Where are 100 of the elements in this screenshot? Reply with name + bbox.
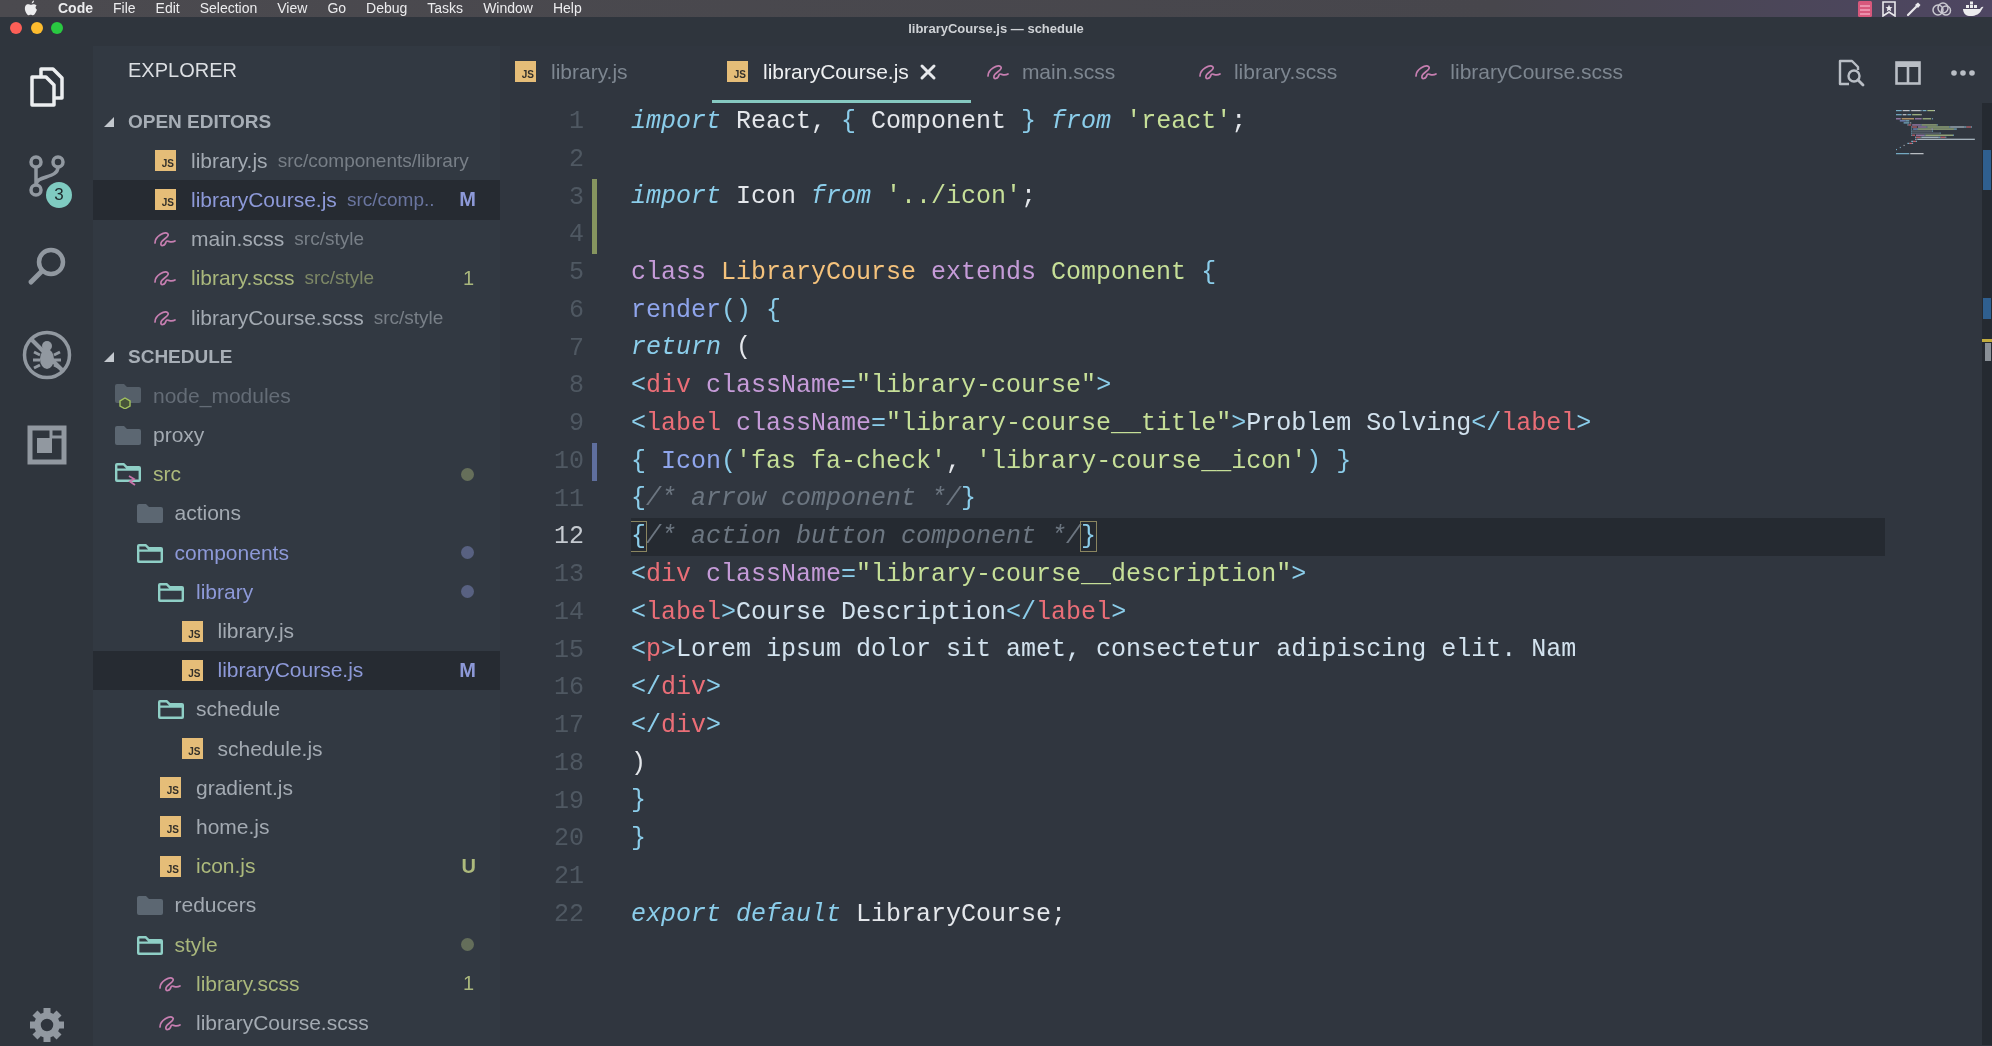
open-editor-item[interactable]: main.scss src/style (93, 219, 500, 259)
sass-file-icon (1414, 62, 1439, 81)
menu-item[interactable]: Window (483, 1, 533, 16)
code-line: import Icon from '../icon'; (631, 182, 1037, 213)
editor-tab[interactable]: JS library.js (500, 46, 712, 103)
open-editor-item[interactable]: libraryCourse.scss src/style (93, 297, 500, 338)
crossed-bug-icon[interactable] (21, 330, 72, 381)
file-path: src/style (294, 228, 365, 251)
tree-item[interactable]: JS home.js (93, 807, 500, 847)
tree-item[interactable]: components (93, 533, 500, 573)
menu-item[interactable]: Help (552, 1, 582, 16)
tree-item[interactable]: libraryCourse.scss (93, 1003, 500, 1043)
section-header[interactable]: SCHEDULE (93, 337, 500, 377)
window-title: libraryCourse.js — schedule (908, 21, 1084, 36)
sass-file-icon (158, 1013, 182, 1032)
close-window-icon[interactable] (10, 22, 22, 34)
js-file-icon: JS (727, 61, 748, 82)
tree-item[interactable]: schedule (93, 689, 500, 729)
zoom-window-icon[interactable] (51, 22, 63, 34)
problem-count: 1 (461, 266, 475, 290)
menu-item[interactable]: File (113, 1, 136, 16)
tree-item[interactable]: library (93, 572, 500, 612)
striped-tile-icon[interactable] (1858, 0, 1872, 17)
git-status-letter: U (460, 854, 476, 878)
code-line: class LibraryCourse extends Component { (631, 257, 1217, 288)
code-line: {/* arrow component */} (631, 484, 977, 515)
js-file-icon: JS (160, 777, 181, 799)
code-line: export default LibraryCourse; (631, 899, 1067, 930)
document-search-icon[interactable] (1837, 58, 1865, 87)
more-icon[interactable] (1951, 69, 1975, 76)
tree-item[interactable]: JS gradient.js (93, 768, 500, 808)
sass-file-icon (1197, 62, 1222, 81)
code-line: import React, { Component } from 'react'; (631, 106, 1247, 137)
settings-icon[interactable] (29, 1008, 64, 1042)
notification-badge: 3 (46, 181, 72, 208)
js-file-icon: JS (155, 150, 176, 172)
sass-file-icon (153, 308, 177, 327)
tree-item[interactable]: reducers (93, 885, 500, 925)
js-file-icon: JS (155, 189, 176, 211)
file-path: src/components/library (277, 149, 469, 172)
code-line: <label>Course Description</label> (631, 597, 1127, 628)
code-line: <div className="library-course"> (631, 371, 1112, 402)
branch-icon[interactable] (28, 155, 65, 198)
sass-file-icon (153, 269, 177, 288)
app-menu[interactable]: Code (58, 1, 93, 16)
file-path: src/style (304, 267, 375, 290)
search-icon[interactable] (26, 245, 67, 286)
code-line: <div className="library-course__description"> (631, 559, 1307, 590)
close-icon[interactable] (918, 62, 937, 81)
js-file-icon: JS (181, 620, 203, 642)
sass-file-icon (158, 974, 182, 993)
menu-item[interactable]: Selection (199, 1, 258, 16)
apple-icon[interactable] (24, 0, 38, 16)
tree-item[interactable]: src (93, 454, 500, 494)
editor-tab[interactable]: JS libraryCourse.js (712, 46, 971, 103)
blocks-icon[interactable] (26, 424, 67, 465)
sass-file-icon (153, 230, 177, 249)
js-file-icon: JS (160, 816, 181, 838)
tree-item[interactable]: actions (93, 493, 500, 534)
open-editor-item[interactable]: JS libraryCourse.js src/comp.. M (93, 180, 500, 220)
menu-item[interactable]: Tasks (427, 1, 464, 16)
split-editor-icon[interactable] (1895, 60, 1921, 85)
documents-icon[interactable] (29, 66, 64, 107)
scrollbar[interactable] (1982, 103, 1992, 1045)
code-line: </div> (631, 673, 722, 704)
minimize-window-icon[interactable] (30, 22, 43, 34)
tree-item[interactable]: library.scss 1 (93, 964, 500, 1004)
section-header[interactable]: OPEN EDITORS (93, 102, 500, 142)
tree-item[interactable]: JS icon.js U (93, 846, 500, 886)
menu-item[interactable]: View (277, 1, 308, 16)
problem-count: 1 (461, 972, 475, 996)
tree-item[interactable]: JS libraryCourse.js M (93, 650, 500, 690)
line-number: 12 (553, 521, 584, 554)
code-line: } (631, 824, 646, 855)
tree-item[interactable]: proxy (93, 415, 500, 455)
sass-file-icon (985, 62, 1010, 81)
cloud-rings-icon[interactable] (1932, 1, 1952, 16)
menu-item[interactable]: Go (327, 1, 347, 16)
git-status-letter: M (458, 188, 476, 212)
eyedropper-icon[interactable] (1906, 0, 1922, 17)
open-editor-item[interactable]: library.scss src/style 1 (93, 258, 500, 298)
open-editor-item[interactable]: JS library.js src/components/library (93, 141, 500, 181)
menu-item[interactable]: Edit (155, 1, 180, 16)
code-line: ) (631, 748, 646, 779)
menu-item[interactable]: Debug (366, 1, 408, 16)
git-status-letter: M (458, 658, 476, 682)
code-line: <label className="library-course__title">Problem Solving</label> (631, 408, 1592, 439)
js-file-icon: JS (515, 61, 536, 82)
tree-item[interactable]: style (93, 924, 500, 965)
code-line: return ( (631, 333, 752, 364)
code-line: <p>Lorem ipsum dolor sit amet, consectetur adipiscing elit. Nam (631, 635, 1577, 666)
code-line: </div> (631, 710, 722, 741)
tree-item[interactable]: JS library.js (93, 611, 500, 651)
whale-icon[interactable] (1962, 0, 1984, 17)
tree-item[interactable]: JS schedule.js (93, 729, 500, 769)
sidebar-title: EXPLORER (127, 57, 238, 83)
code-line: render() { (631, 295, 782, 326)
js-file-icon: JS (160, 855, 181, 877)
code-line: { Icon('fas fa-check', 'library-course__icon') } (631, 446, 1352, 477)
bookmark-star-icon[interactable] (1882, 0, 1896, 17)
